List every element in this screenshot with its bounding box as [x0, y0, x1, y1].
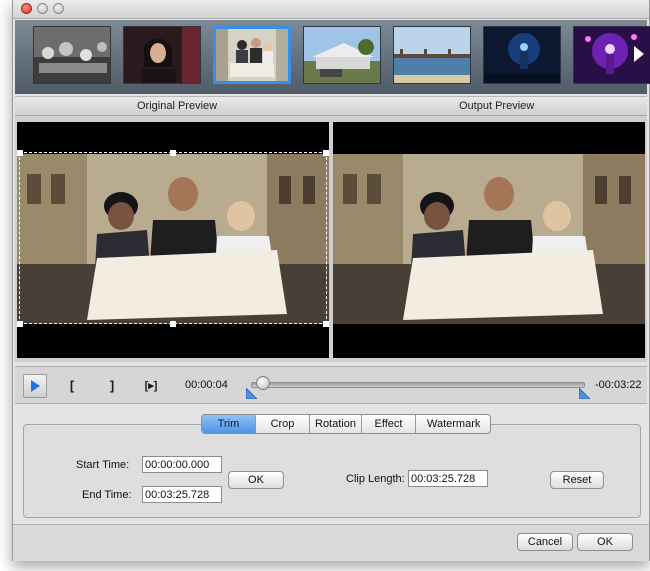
- preview-header: Original Preview Output Preview: [15, 96, 647, 116]
- crop-selection-box[interactable]: [19, 152, 327, 324]
- video-editor-window: Original Preview Output Preview [] [▸] …: [12, 0, 650, 561]
- video-thumbnail-6[interactable]: [483, 26, 561, 84]
- crop-handle-bottom-left[interactable]: [17, 321, 23, 327]
- edit-tabs: Trim Crop Rotation Effect Watermark: [201, 414, 491, 434]
- crop-handle-top-center[interactable]: [170, 150, 176, 156]
- mark-out-icon: ]: [109, 377, 115, 393]
- current-time: 00:00:04: [185, 379, 228, 391]
- mark-in-icon: [: [69, 377, 75, 393]
- play-icon: [31, 380, 40, 392]
- timeline-slider-track[interactable]: [251, 382, 585, 388]
- title-bar: [13, 0, 649, 19]
- dialog-footer: Cancel OK: [13, 524, 649, 561]
- output-preview-label: Output Preview: [459, 100, 535, 112]
- filmstrip-next-arrow-icon[interactable]: [634, 46, 644, 62]
- end-time-input[interactable]: [142, 486, 222, 503]
- crop-handle-bottom-center[interactable]: [170, 321, 176, 327]
- video-thumbnail-5[interactable]: [393, 26, 471, 84]
- mark-out-button[interactable]: ]: [101, 374, 123, 396]
- play-button[interactable]: [23, 374, 47, 398]
- video-thumbnail-2[interactable]: [123, 26, 201, 84]
- output-video-frame: [333, 154, 645, 324]
- tab-trim[interactable]: Trim: [202, 415, 256, 433]
- preview-segment-button[interactable]: [▸]: [139, 374, 163, 396]
- timeline-playhead-knob[interactable]: [256, 376, 270, 390]
- tab-effect[interactable]: Effect: [362, 415, 416, 433]
- tab-watermark[interactable]: Watermark: [416, 415, 490, 433]
- cancel-button[interactable]: Cancel: [517, 533, 573, 551]
- crop-handle-top-right[interactable]: [323, 150, 329, 156]
- start-time-input[interactable]: [142, 456, 222, 473]
- preview-segment-icon: [▸]: [144, 379, 158, 392]
- original-preview-label: Original Preview: [137, 100, 218, 112]
- original-preview-pane[interactable]: [17, 122, 329, 358]
- clip-length-label: Clip Length:: [346, 473, 405, 485]
- video-thumbnail-4[interactable]: [303, 26, 381, 84]
- mark-in-button[interactable]: [: [61, 374, 83, 396]
- ok-button[interactable]: OK: [577, 533, 633, 551]
- video-thumbnail-1[interactable]: [33, 26, 111, 84]
- start-time-label: Start Time:: [76, 459, 130, 471]
- minimize-window-button[interactable]: [37, 3, 48, 14]
- crop-handle-top-left[interactable]: [17, 150, 23, 156]
- playback-controls: [ ] [▸] 00:00:04 -00:03:22: [15, 366, 647, 404]
- video-filmstrip: [15, 20, 650, 94]
- crop-handle-bottom-right[interactable]: [323, 321, 329, 327]
- output-preview-pane: [333, 122, 645, 358]
- end-time-label: End Time:: [82, 489, 132, 501]
- zoom-window-button[interactable]: [53, 3, 64, 14]
- clip-length-field: [408, 470, 488, 487]
- tab-rotation[interactable]: Rotation: [310, 415, 362, 433]
- remaining-time: -00:03:22: [595, 379, 642, 391]
- reset-button[interactable]: Reset: [550, 471, 604, 489]
- close-window-button[interactable]: [21, 3, 32, 14]
- trim-ok-button[interactable]: OK: [228, 471, 284, 489]
- trim-settings-panel: Start Time: End Time: OK Clip Length: Re…: [23, 424, 641, 518]
- tab-crop[interactable]: Crop: [256, 415, 310, 433]
- trim-end-marker-icon[interactable]: [579, 388, 590, 399]
- trim-start-marker-icon[interactable]: [246, 388, 257, 399]
- video-thumbnail-3-selected[interactable]: [213, 26, 291, 84]
- preview-area: [15, 116, 647, 362]
